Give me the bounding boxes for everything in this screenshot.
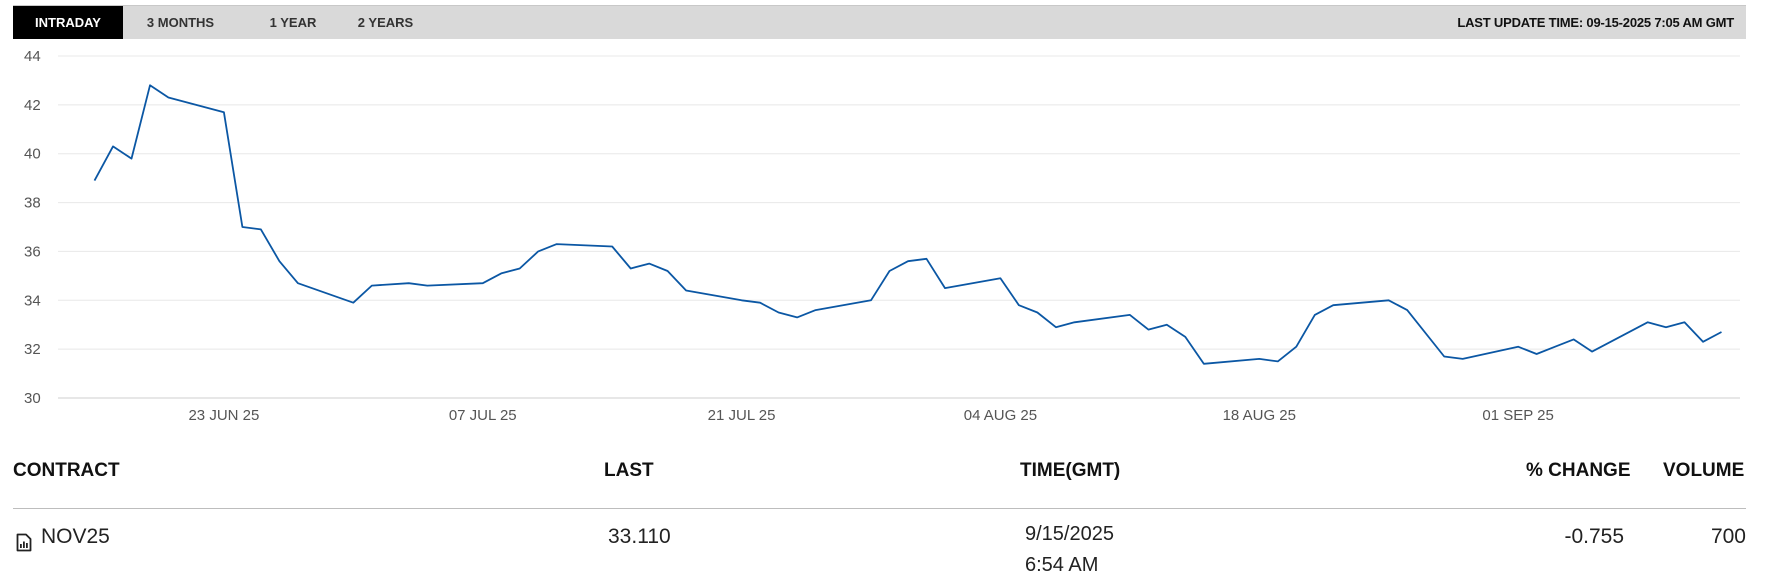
y-tick-label: 42 bbox=[24, 97, 41, 114]
x-axis-ticks: 23 JUN 25 07 JUL 25 21 JUL 25 04 AUG 25 18 A… bbox=[188, 407, 1553, 424]
x-tick-label: 21 JUL 25 bbox=[708, 407, 776, 424]
range-tab-bar: INTRADAY 3 MONTHS 1 YEAR 2 YEARS LAST UP… bbox=[13, 5, 1746, 39]
y-tick-label: 34 bbox=[24, 292, 41, 309]
y-tick-label: 30 bbox=[24, 390, 41, 407]
x-tick-label: 01 SEP 25 bbox=[1482, 407, 1553, 424]
contract-table-header: CONTRACT LAST TIME(GMT) % CHANGE VOLUME bbox=[13, 460, 1746, 509]
price-line-chart: 30 32 34 36 38 40 42 44 23 JUN 25 07 JUL 25 21 JU… bbox=[24, 48, 1740, 424]
x-tick-label: 18 AUG 25 bbox=[1223, 407, 1296, 424]
y-tick-label: 32 bbox=[24, 341, 41, 358]
table-row[interactable]: NOV25 33.110 9/15/2025 6:54 AM -0.755 70… bbox=[13, 522, 1746, 576]
tab-2-years[interactable]: 2 YEARS bbox=[343, 6, 428, 39]
series-line bbox=[93, 84, 1722, 365]
x-tick-label: 23 JUN 25 bbox=[188, 407, 259, 424]
tab-intraday[interactable]: INTRADAY bbox=[13, 6, 123, 39]
percent-change: -0.755 bbox=[1564, 525, 1624, 548]
trade-date: 9/15/2025 bbox=[1025, 523, 1114, 545]
y-tick-label: 44 bbox=[24, 48, 41, 65]
header-change: % CHANGE bbox=[1526, 460, 1631, 481]
contract-name[interactable]: NOV25 bbox=[41, 525, 110, 549]
x-tick-label: 07 JUL 25 bbox=[449, 407, 517, 424]
header-volume: VOLUME bbox=[1663, 460, 1745, 481]
y-tick-label: 40 bbox=[24, 146, 41, 163]
trade-time: 6:54 AM bbox=[1025, 554, 1099, 576]
header-last: LAST bbox=[604, 460, 654, 481]
tab-3-months[interactable]: 3 MONTHS bbox=[123, 6, 238, 39]
last-update-time: LAST UPDATE TIME: 09-15-2025 7:05 AM GMT bbox=[1457, 15, 1734, 30]
header-contract: CONTRACT bbox=[13, 460, 120, 481]
y-axis-ticks: 30 32 34 36 38 40 42 44 bbox=[24, 48, 41, 407]
y-tick-label: 38 bbox=[24, 195, 41, 212]
last-price: 33.110 bbox=[608, 525, 671, 548]
y-tick-label: 36 bbox=[24, 243, 41, 260]
header-time: TIME(GMT) bbox=[1020, 460, 1121, 481]
tab-1-year[interactable]: 1 YEAR bbox=[258, 6, 328, 39]
x-tick-label: 04 AUG 25 bbox=[964, 407, 1037, 424]
chart-file-icon[interactable] bbox=[16, 533, 32, 552]
series-line-layer bbox=[93, 84, 1722, 365]
chart-grid bbox=[58, 55, 1740, 399]
volume-value: 700 bbox=[1710, 525, 1746, 548]
